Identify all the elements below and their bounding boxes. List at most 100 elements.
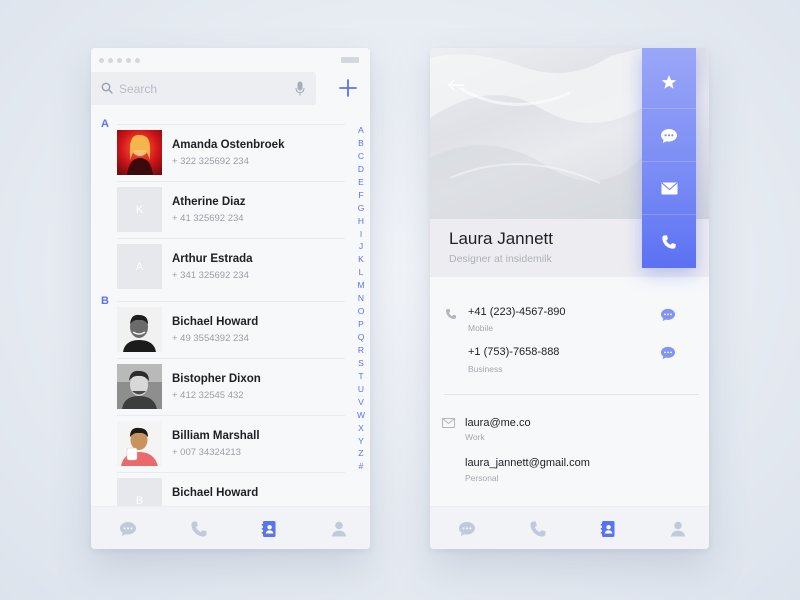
- avatar: [117, 364, 162, 409]
- contact-name: Bichael Howard: [172, 487, 259, 499]
- contact-row[interactable]: Amanda Ostenbroek + 322 325692 234: [117, 124, 345, 181]
- profile-icon[interactable]: [330, 520, 348, 538]
- avatar: [117, 421, 162, 466]
- chat-icon[interactable]: [119, 520, 137, 538]
- message-icon[interactable]: [660, 308, 676, 322]
- index-letter[interactable]: D: [356, 163, 366, 176]
- signal-dots-icon: [99, 58, 140, 63]
- email-button[interactable]: [642, 161, 696, 215]
- contact-row[interactable]: K Atherine Diaz + 41 325692 234: [117, 181, 345, 238]
- index-letter[interactable]: Y: [356, 435, 366, 448]
- avatar: [117, 130, 162, 175]
- search-icon: [101, 82, 113, 94]
- index-letter[interactable]: C: [356, 150, 366, 163]
- tab-bar: [91, 506, 370, 549]
- index-letter[interactable]: V: [356, 396, 366, 409]
- contact-name: Bichael Howard: [172, 316, 259, 328]
- contact-name: Billiam Marshall: [172, 430, 260, 442]
- index-letter[interactable]: T: [356, 370, 366, 383]
- back-arrow-icon[interactable]: [447, 78, 465, 92]
- call-button[interactable]: [642, 214, 696, 268]
- star-icon: [661, 74, 677, 89]
- battery-icon: [341, 57, 359, 63]
- index-letter[interactable]: J: [356, 240, 366, 253]
- mail-icon: [442, 418, 455, 428]
- chat-icon: [661, 128, 677, 143]
- index-letter[interactable]: U: [356, 383, 366, 396]
- message-button[interactable]: [642, 108, 696, 162]
- phone-icon[interactable]: [190, 520, 208, 538]
- contacts-icon[interactable]: [260, 520, 278, 538]
- phone-label: Mobile: [468, 323, 494, 333]
- email-label: Personal: [465, 473, 499, 483]
- contact-name: Amanda Ostenbroek: [172, 139, 285, 151]
- profile-name: Laura Jannett: [449, 229, 553, 248]
- contact-phone: + 412 32545 432: [172, 390, 244, 401]
- email-label: Work: [465, 432, 485, 442]
- favorite-button[interactable]: [642, 55, 696, 108]
- index-letter[interactable]: L: [356, 266, 366, 279]
- index-letter[interactable]: N: [356, 292, 366, 305]
- avatar: [117, 307, 162, 352]
- index-letter[interactable]: K: [356, 253, 366, 266]
- index-letter[interactable]: Q: [356, 331, 366, 344]
- contact-phone: + 49 3554392 234: [172, 333, 249, 344]
- index-letter[interactable]: S: [356, 357, 366, 370]
- index-letter[interactable]: G: [356, 202, 366, 215]
- contact-name: Atherine Diaz: [172, 196, 246, 208]
- profile-icon[interactable]: [669, 520, 687, 538]
- divider: [444, 394, 699, 395]
- avatar-placeholder: K: [117, 187, 162, 232]
- phone-icon: [662, 234, 676, 249]
- tab-bar: [430, 506, 709, 549]
- index-letter[interactable]: E: [356, 176, 366, 189]
- contact-phone: + 341 325692 234: [172, 270, 249, 281]
- contact-phone: + 007 34324213: [172, 447, 241, 458]
- contacts-list-screen: A Amanda Ostenbroek + 322 325692 234 K A…: [91, 48, 370, 549]
- contacts-icon[interactable]: [599, 520, 617, 538]
- contact-row[interactable]: Bistopher Dixon + 412 32545 432: [117, 358, 345, 415]
- index-letter[interactable]: F: [356, 189, 366, 202]
- alphabet-index[interactable]: A B C D E F G H I J K L M N O P Q R S T U V W X Y Z #: [356, 124, 366, 473]
- phone-number[interactable]: +41 (223)-4567-890: [468, 306, 566, 318]
- status-bar: [91, 48, 370, 70]
- index-letter[interactable]: A: [356, 124, 366, 137]
- index-letter[interactable]: I: [356, 228, 366, 241]
- contact-phone: + 322 325692 234: [172, 156, 249, 167]
- index-letter[interactable]: B: [356, 137, 366, 150]
- section-letter-a: A: [101, 118, 109, 130]
- search-bar[interactable]: [91, 72, 316, 105]
- email-address[interactable]: laura@me.co: [465, 417, 531, 429]
- chat-icon[interactable]: [458, 520, 476, 538]
- phone-icon: [446, 309, 456, 319]
- message-icon[interactable]: [660, 346, 676, 360]
- index-letter[interactable]: O: [356, 305, 366, 318]
- contact-row[interactable]: A Arthur Estrada + 341 325692 234: [117, 238, 345, 295]
- index-letter[interactable]: #: [356, 460, 366, 473]
- index-letter[interactable]: R: [356, 344, 366, 357]
- index-letter[interactable]: Z: [356, 447, 366, 460]
- contact-name: Bistopher Dixon: [172, 373, 261, 385]
- avatar-placeholder: A: [117, 244, 162, 289]
- index-letter[interactable]: X: [356, 422, 366, 435]
- contact-row[interactable]: Bichael Howard + 49 3554392 234: [117, 301, 345, 358]
- profile-title: Designer at insidemilk: [449, 253, 552, 265]
- search-input[interactable]: [119, 78, 279, 99]
- index-letter[interactable]: M: [356, 279, 366, 292]
- index-letter[interactable]: W: [356, 409, 366, 422]
- section-letter-b: B: [101, 295, 109, 307]
- phone-icon[interactable]: [529, 520, 547, 538]
- phone-number[interactable]: +1 (753)-7658-888: [468, 346, 559, 358]
- add-contact-button[interactable]: [338, 78, 358, 98]
- contact-name: Arthur Estrada: [172, 253, 253, 265]
- email-address[interactable]: laura_jannett@gmail.com: [465, 457, 590, 469]
- contact-phone: + 41 325692 234: [172, 213, 244, 224]
- contact-detail-screen: Laura Jannett Designer at insidemilk +41…: [430, 48, 709, 549]
- microphone-icon[interactable]: [295, 81, 305, 96]
- quick-actions-bar: [642, 48, 696, 268]
- index-letter[interactable]: H: [356, 215, 366, 228]
- index-letter[interactable]: P: [356, 318, 366, 331]
- mail-icon: [661, 182, 677, 195]
- contact-row[interactable]: Billiam Marshall + 007 34324213: [117, 415, 345, 472]
- phone-label: Business: [468, 364, 503, 374]
